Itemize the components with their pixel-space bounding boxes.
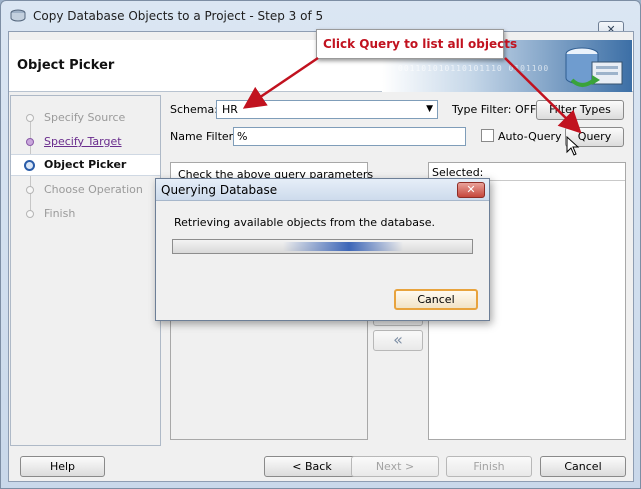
arrow-to-schema	[242, 56, 319, 109]
mouse-cursor-icon	[566, 136, 580, 156]
annotation-arrows	[242, 56, 582, 134]
arrow-to-query	[504, 57, 582, 134]
